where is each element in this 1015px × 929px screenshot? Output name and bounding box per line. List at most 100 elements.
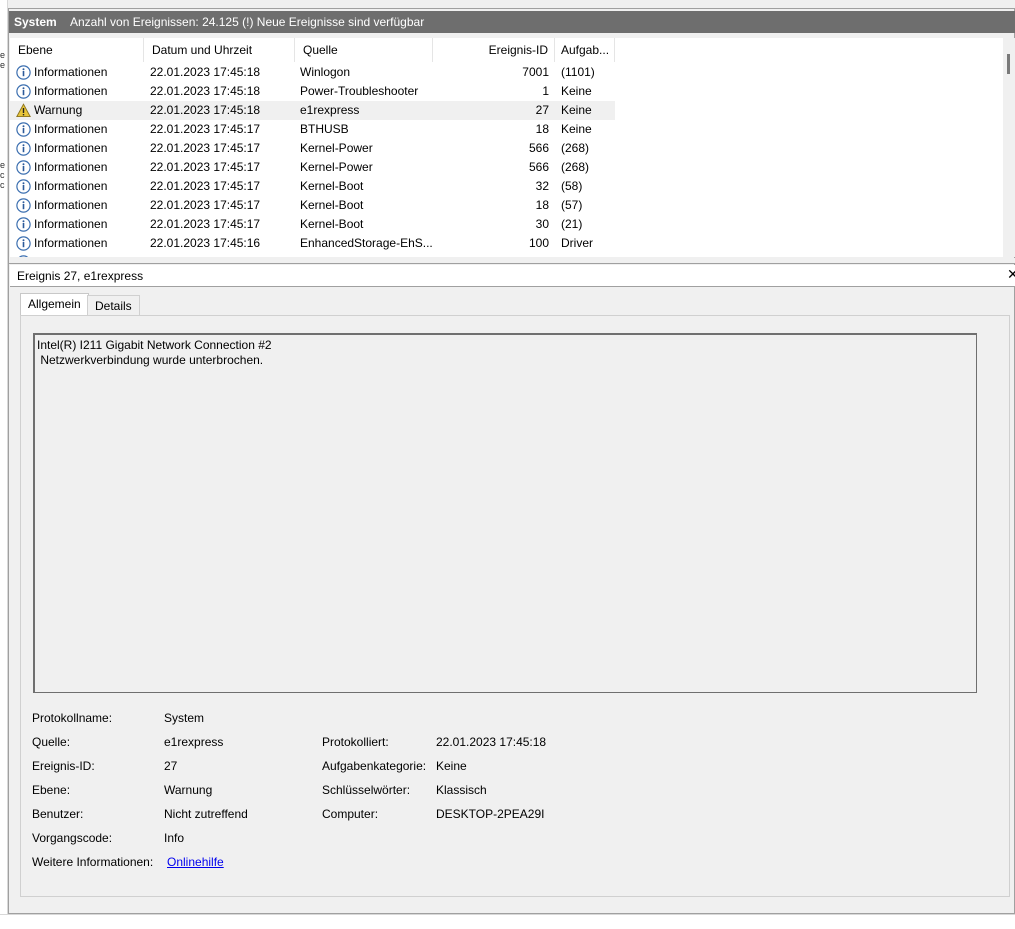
status-bar (0, 914, 1015, 929)
online-help-link[interactable]: Onlinehilfe (167, 854, 224, 870)
info-icon (16, 179, 31, 194)
cell-datetime: 22.01.2023 17:45:17 (150, 198, 261, 212)
cell-task: (268) (561, 141, 590, 155)
description-line: Intel(R) I211 Gigabit Network Connection… (37, 338, 272, 352)
label-computer: Computer: (322, 807, 379, 821)
value-vorgangscode: Info (164, 831, 185, 845)
cell-task: (268) (561, 160, 590, 174)
event-row[interactable]: Warnung 22.01.2023 17:45:18 e1rexpress 27 Ke… (10, 101, 615, 120)
event-list[interactable]: Ebene Datum und Uhrzeit Quelle Ereignis-… (10, 38, 1003, 257)
scrollbar-thumb[interactable] (1007, 54, 1010, 74)
event-row[interactable]: Informationen 22.01.2023 17:45:18 Winlogon… (10, 63, 615, 82)
cell-datetime: 22.01.2023 17:45:16 (150, 236, 261, 250)
value-computer: DESKTOP-2PEA29I (436, 807, 545, 821)
event-row[interactable]: Informationen 22.01.2023 17:45:17 Kernel-B… (10, 196, 615, 215)
edge-text-fragment: c (0, 170, 5, 180)
cell-event-id: 566 (528, 141, 549, 155)
cell-level: Informationen (34, 198, 108, 212)
column-header-source[interactable]: Quelle (295, 38, 433, 62)
cell-source: Kernel-Boot (300, 217, 364, 231)
event-description-box[interactable]: Intel(R) I211 Gigabit Network Connection… (33, 333, 977, 693)
list-scrollbar[interactable] (1003, 38, 1015, 257)
event-row[interactable]: Informationen 22.01.2023 17:45:17 Kernel-B… (10, 215, 615, 234)
info-icon (16, 84, 31, 99)
cell-level: Informationen (34, 236, 108, 250)
event-row[interactable]: Informationen 22.01.2023 17:45:17 Kernel-B… (10, 177, 615, 196)
cell-level: Informationen (34, 217, 108, 231)
cell-task: (58) (561, 179, 583, 193)
cell-event-id: 30 (535, 217, 549, 231)
detail-pane-header: Ereignis 27, e1rexpress ✕ (10, 265, 1015, 287)
info-icon (16, 255, 31, 257)
cell-level: Informationen (34, 84, 108, 98)
edge-text-fragment: e (0, 50, 6, 60)
value-protokolliert: 22.01.2023 17:45:18 (436, 735, 547, 749)
value-ebene: Warnung (164, 783, 213, 797)
info-icon (16, 141, 31, 156)
tab-details[interactable]: Details (87, 295, 140, 317)
cell-task: Driver (561, 236, 593, 250)
cell-source: EnhancedStorage-EhS... (300, 236, 433, 250)
cell-level: Warnung (34, 103, 83, 117)
label-quelle: Quelle: (32, 735, 71, 749)
description-line: Netzwerkverbindung wurde unterbrochen. (37, 353, 264, 367)
cell-source: Kernel-Boot (300, 179, 364, 193)
event-row[interactable]: Informationen 22.01.2023 17:45:18 Power-Tr… (10, 82, 615, 101)
cell-datetime: 22.01.2023 17:45:17 (150, 217, 261, 231)
cell-event-id: 100 (528, 236, 549, 250)
cell-datetime: 22.01.2023 17:45:17 (150, 141, 261, 155)
label-aufgabenkategorie: Aufgabenkategorie: (322, 759, 427, 773)
column-header-datetime[interactable]: Datum und Uhrzeit (144, 38, 295, 62)
label-ebene: Ebene: (32, 783, 71, 797)
value-ereignis-id: 27 (164, 759, 178, 773)
value-quelle: e1rexpress (164, 735, 224, 749)
column-header-task[interactable]: Aufgab... (555, 38, 615, 62)
cell-datetime: 22.01.2023 17:45:18 (150, 65, 261, 79)
event-row[interactable]: Informationen 22.01.2023 17:45:17 Kernel-P… (10, 158, 615, 177)
label-schluesselwoerter: Schlüsselwörter: (322, 783, 411, 797)
info-icon (16, 160, 31, 175)
column-header-level[interactable]: Ebene (10, 38, 144, 62)
info-icon (16, 198, 31, 213)
cell-task: (57) (561, 198, 583, 212)
edge-text-fragment: c (0, 180, 5, 190)
info-icon (16, 217, 31, 232)
cell-event-id: 7001 (522, 65, 549, 79)
info-icon (16, 122, 31, 137)
cell-event-id: 566 (528, 160, 549, 174)
cell-source: Kernel-Boot (300, 198, 364, 212)
cell-datetime: 22.01.2023 17:45:17 (150, 179, 261, 193)
cell-level: Informationen (34, 179, 108, 193)
cell-datetime: 22.01.2023 17:45:17 (150, 160, 261, 174)
event-row[interactable]: Informationen 22.01.2023 17:45:17 Kernel-P… (10, 139, 615, 158)
cell-datetime: 22.01.2023 17:45:17 (150, 122, 261, 136)
event-row[interactable]: Informationen 22.01.2023 17:45:16 Enhanced… (10, 234, 615, 253)
cell-event-id: 18 (535, 198, 549, 212)
cell-source: Power-Troubleshooter (300, 84, 419, 98)
cell-datetime: 22.01.2023 17:45:18 (150, 103, 261, 117)
value-schluesselwoerter: Klassisch (436, 783, 487, 797)
close-icon[interactable]: ✕ (1007, 266, 1015, 283)
cell-source: Kernel-Power (300, 160, 373, 174)
label-vorgangscode: Vorgangscode: (32, 831, 113, 845)
event-row[interactable]: Informationen 22.01.2023 17:45:17 BTHUSB 18… (10, 120, 615, 139)
cell-source: Kernel-Power (300, 141, 373, 155)
log-header-bar: System Anzahl von Ereignissen: 24.125 (!… (9, 11, 1015, 33)
pane-splitter[interactable] (9, 258, 1015, 264)
cell-event-id: 1 (542, 84, 549, 98)
column-header-event-id[interactable]: Ereignis-ID (433, 38, 555, 62)
value-protokollname: System (164, 711, 205, 725)
tab-allgemein[interactable]: Allgemein (20, 293, 89, 317)
cell-source: e1rexpress (300, 103, 360, 117)
label-protokolliert: Protokolliert: (322, 735, 389, 749)
cell-level: Informationen (34, 65, 108, 79)
info-icon (16, 236, 31, 251)
value-aufgabenkategorie: Keine (436, 759, 467, 773)
cell-task: (21) (561, 217, 583, 231)
log-title: System (14, 15, 57, 29)
cell-event-id: 18 (535, 122, 549, 136)
warning-icon (16, 103, 31, 118)
cell-level: Informationen (34, 141, 108, 155)
info-icon (16, 65, 31, 80)
edge-text-fragment: e (0, 160, 6, 170)
